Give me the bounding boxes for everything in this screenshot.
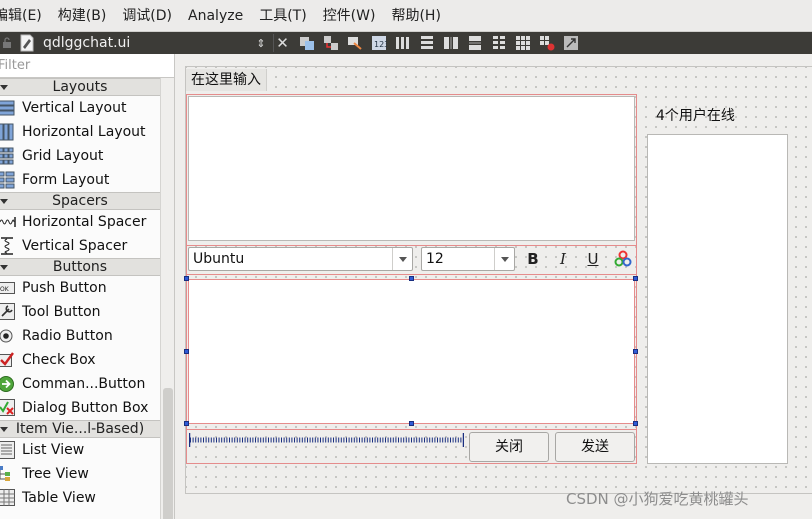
category-layouts[interactable]: Layouts	[0, 78, 160, 96]
widget-push-button[interactable]: OK Push Button	[0, 276, 160, 300]
menu-bar: 编辑(E) 构建(B) 调试(D) Analyze 工具(T) 控件(W) 帮助…	[0, 0, 812, 32]
chat-dialog-form[interactable]: 在这里输入 Ubuntu 12 B I U 关闭 发送 4个用户在线	[184, 66, 812, 494]
menu-widgets[interactable]: 控件(W)	[315, 0, 384, 32]
edit-buddies-icon[interactable]	[347, 35, 363, 51]
selection-handle[interactable]	[409, 276, 414, 281]
collapse-arrow-icon	[0, 199, 8, 204]
menu-tools[interactable]: 工具(T)	[251, 0, 314, 32]
svg-text:123: 123	[374, 40, 387, 49]
selection-handle[interactable]	[633, 421, 638, 426]
tree-view-icon	[0, 465, 16, 483]
bold-button[interactable]: B	[522, 248, 544, 270]
menu-debug[interactable]: 调试(D)	[114, 0, 180, 32]
tool-button-icon	[0, 303, 16, 321]
selection-handle[interactable]	[184, 276, 189, 281]
category-item-views[interactable]: Item Vie...l-Based)	[0, 420, 160, 438]
collapse-arrow-icon	[0, 265, 8, 270]
document-toolbar: qdlggchat.ui ⇕ ✕ 123	[0, 32, 812, 54]
selection-handle[interactable]	[184, 421, 189, 426]
widget-dialog-button-box[interactable]: Dialog Button Box	[0, 396, 160, 420]
layout-splitter-vertical-icon[interactable]	[467, 35, 483, 51]
widget-horizontal-layout[interactable]: Horizontal Layout	[0, 120, 160, 144]
document-filename[interactable]: qdlggchat.ui	[43, 35, 253, 51]
send-button[interactable]: 发送	[555, 432, 635, 462]
font-size-combobox[interactable]: 12	[421, 247, 515, 271]
watermark-text: CSDN @小狗爱吃黄桃罐头	[566, 490, 749, 508]
menu-edit[interactable]: 编辑(E)	[0, 0, 50, 32]
dialog-button-box-icon	[0, 399, 16, 417]
widget-form-layout[interactable]: Form Layout	[0, 168, 160, 192]
widget-grid-layout[interactable]: Grid Layout	[0, 144, 160, 168]
push-button-icon: OK	[0, 279, 16, 297]
widget-table-view[interactable]: Table View	[0, 486, 160, 510]
category-buttons[interactable]: Buttons	[0, 258, 160, 276]
selection-handle[interactable]	[633, 349, 638, 354]
grid-layout-icon	[0, 147, 16, 165]
message-input-textedit[interactable]	[188, 279, 635, 424]
selection-handle[interactable]	[184, 349, 189, 354]
widget-radio-button[interactable]: Radio Button	[0, 324, 160, 348]
widget-tree-view[interactable]: Tree View	[0, 462, 160, 486]
dropdown-arrow-icon	[392, 248, 412, 270]
font-family-combobox[interactable]: Ubuntu	[188, 247, 413, 271]
document-switch-icon[interactable]: ⇕	[253, 37, 269, 50]
layout-horizontal-icon[interactable]	[395, 35, 411, 51]
form-window-title[interactable]: 在这里输入	[186, 69, 267, 91]
collapse-arrow-icon	[0, 427, 8, 432]
widget-list-view[interactable]: List View	[0, 438, 160, 462]
break-layout-icon[interactable]	[539, 35, 555, 51]
layout-form-icon[interactable]	[491, 35, 507, 51]
list-view-icon	[0, 441, 16, 459]
layout-grid-icon[interactable]	[515, 35, 531, 51]
scrollbar-thumb[interactable]	[163, 388, 173, 519]
horizontal-spacer-icon	[0, 213, 16, 231]
widget-check-box[interactable]: Check Box	[0, 348, 160, 372]
widget-filter-input[interactable]: Filter	[0, 54, 174, 78]
command-link-icon	[0, 375, 16, 393]
svg-text:OK: OK	[0, 286, 10, 293]
widget-command-link-button[interactable]: Comman...Button	[0, 372, 160, 396]
collapse-arrow-icon	[0, 85, 8, 90]
menu-analyze[interactable]: Analyze	[180, 0, 251, 32]
horizontal-spacer[interactable]	[189, 430, 464, 450]
layout-vertical-icon[interactable]	[419, 35, 435, 51]
adjust-size-icon[interactable]	[563, 35, 579, 51]
menu-help[interactable]: 帮助(H)	[383, 0, 448, 32]
horizontal-layout-icon	[0, 123, 16, 141]
form-layout-icon	[0, 171, 16, 189]
check-box-icon	[0, 351, 16, 369]
table-view-icon	[0, 489, 16, 507]
widget-box-panel: Filter Layouts Vertical Layout Horizonta…	[0, 54, 175, 519]
vertical-layout-icon	[0, 99, 16, 117]
vertical-spacer-icon	[0, 237, 16, 255]
unlock-icon	[0, 32, 14, 54]
color-picker-icon[interactable]	[612, 248, 634, 270]
category-spacers[interactable]: Spacers	[0, 192, 160, 210]
close-button[interactable]: 关闭	[469, 432, 549, 462]
menu-build[interactable]: 构建(B)	[50, 0, 115, 32]
italic-button[interactable]: I	[552, 248, 574, 270]
layout-splitter-horizontal-icon[interactable]	[443, 35, 459, 51]
dropdown-arrow-icon	[494, 248, 514, 270]
selection-handle[interactable]	[409, 421, 414, 426]
ui-file-icon	[19, 34, 35, 52]
edit-widgets-icon[interactable]	[299, 35, 315, 51]
widget-list: Layouts Vertical Layout Horizontal Layou…	[0, 78, 160, 519]
widget-box-scrollbar[interactable]	[160, 78, 174, 519]
selection-handle[interactable]	[633, 276, 638, 281]
form-editor-canvas: 在这里输入 Ubuntu 12 B I U 关闭 发送 4个用户在线	[175, 54, 812, 519]
edit-tab-order-icon[interactable]: 123	[371, 35, 387, 51]
underline-button[interactable]: U	[582, 248, 604, 270]
online-users-label: 4个用户在线	[656, 108, 735, 124]
widget-horizontal-spacer[interactable]: Horizontal Spacer	[0, 210, 160, 234]
close-document-icon[interactable]: ✕	[273, 34, 291, 52]
radio-button-icon	[0, 327, 16, 345]
user-list-table[interactable]	[647, 134, 788, 464]
widget-vertical-spacer[interactable]: Vertical Spacer	[0, 234, 160, 258]
widget-vertical-layout[interactable]: Vertical Layout	[0, 96, 160, 120]
widget-tool-button[interactable]: Tool Button	[0, 300, 160, 324]
edit-signals-icon[interactable]	[323, 35, 339, 51]
message-display-textbrowser[interactable]	[188, 96, 635, 241]
